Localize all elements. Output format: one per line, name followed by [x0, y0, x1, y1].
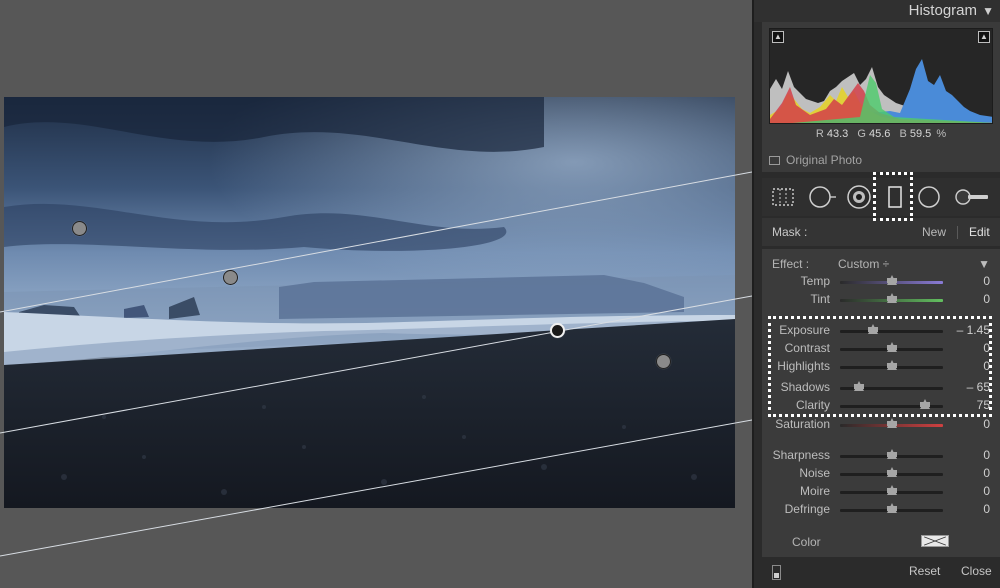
red-eye-tool-icon[interactable]	[846, 184, 872, 210]
lightroom-develop-window: Histogram ▼ ▲ ▲ R 43.3 G 45.6 B 59.5 % O…	[0, 0, 1000, 588]
mask-pin[interactable]	[656, 354, 671, 369]
slider-value: 0	[983, 274, 990, 288]
g-value: 45.6	[868, 128, 891, 140]
slider-row-shadows[interactable]: Shadows – 65	[762, 379, 1000, 397]
slider-value: 0	[983, 292, 990, 306]
mask-row: Mask : New Edit	[762, 218, 1000, 246]
panel-switch-toggle[interactable]	[772, 565, 781, 580]
slider-row-temp[interactable]: Temp 0	[762, 273, 1000, 291]
triangle-down-icon[interactable]: ▼	[982, 4, 994, 18]
b-value: 59.5	[909, 128, 932, 140]
color-label: Color	[792, 535, 821, 549]
slider-row-clarity[interactable]: Clarity 75	[762, 397, 1000, 415]
color-swatch[interactable]	[921, 535, 949, 547]
divider	[957, 226, 958, 239]
panel-footer: Reset Close	[754, 558, 1000, 588]
slider-value: 0	[983, 359, 990, 373]
triangle-down-icon[interactable]: ▼	[978, 257, 990, 271]
slider-value: 75	[976, 398, 990, 412]
slider-thumb[interactable]	[886, 342, 897, 352]
histogram-header[interactable]: Histogram ▼	[754, 0, 1000, 22]
spot-removal-tool-icon[interactable]	[808, 184, 838, 210]
slider-value: 0	[983, 466, 990, 480]
slider-label: Moire	[799, 484, 830, 498]
slider-label: Highlights	[777, 359, 830, 373]
slider-row-highlights[interactable]: Highlights 0	[762, 358, 1000, 376]
slider-thumb[interactable]	[886, 418, 897, 428]
r-value: 43.3	[826, 128, 849, 140]
photo-canvas[interactable]	[0, 0, 752, 588]
effect-label: Effect :	[772, 257, 810, 271]
slider-label: Defringe	[784, 502, 830, 516]
histogram-graph[interactable]: ▲ ▲	[769, 28, 993, 124]
slider-thumb[interactable]	[853, 381, 864, 391]
percent-unit: %	[936, 128, 947, 140]
slider-row-contrast[interactable]: Contrast 0	[762, 340, 1000, 358]
shadow-clipping-icon[interactable]: ▲	[772, 31, 784, 43]
tool-strip	[762, 178, 1000, 216]
slider-thumb[interactable]	[886, 503, 897, 513]
slider-label: Clarity	[795, 398, 830, 412]
g-label: G	[857, 128, 866, 140]
crop-overlay-tool-icon[interactable]	[770, 184, 796, 210]
rgb-readout: R 43.3 G 45.6 B 59.5 %	[762, 128, 1000, 140]
right-panel: Histogram ▼ ▲ ▲ R 43.3 G 45.6 B 59.5 % O…	[752, 0, 1000, 588]
histogram-chart	[770, 59, 992, 123]
slider-label: Saturation	[775, 417, 830, 431]
slider-track[interactable]	[840, 330, 943, 333]
original-photo-toggle[interactable]: Original Photo	[769, 153, 862, 167]
checkbox-icon[interactable]	[769, 156, 780, 165]
active-mask-pin[interactable]	[550, 323, 565, 338]
r-label: R	[815, 128, 824, 140]
slider-row-moire[interactable]: Moire 0	[762, 483, 1000, 501]
slider-value: 0	[983, 502, 990, 516]
histogram-title: Histogram	[908, 2, 977, 19]
slider-thumb[interactable]	[867, 324, 878, 334]
slider-row-noise[interactable]: Noise 0	[762, 465, 1000, 483]
slider-row-saturation[interactable]: Saturation 0	[762, 416, 1000, 434]
slider-value: 0	[983, 448, 990, 462]
slider-label: Sharpness	[772, 448, 830, 462]
graduated-filter-tool-icon[interactable]	[882, 184, 908, 210]
adjustment-brush-tool-icon[interactable]	[954, 184, 992, 210]
effect-preset-select[interactable]: Custom ÷	[838, 257, 889, 271]
slider-thumb[interactable]	[920, 399, 931, 409]
slider-row-exposure[interactable]: Exposure – 1.45	[762, 322, 1000, 340]
slider-label: Shadows	[780, 380, 830, 394]
mask-edit-button[interactable]: Edit	[969, 225, 990, 239]
slider-thumb[interactable]	[886, 275, 897, 285]
original-photo-label: Original Photo	[786, 153, 863, 167]
slider-value: 0	[983, 341, 990, 355]
slider-row-sharpness[interactable]: Sharpness 0	[762, 447, 1000, 465]
mask-pin[interactable]	[223, 270, 238, 285]
slider-label: Temp	[800, 274, 830, 288]
slider-thumb[interactable]	[886, 485, 897, 495]
b-label: B	[899, 128, 907, 140]
slider-thumb[interactable]	[886, 360, 897, 370]
slider-label: Contrast	[784, 341, 830, 355]
mask-pin[interactable]	[72, 221, 87, 236]
slider-label: Noise	[799, 466, 830, 480]
reset-button[interactable]: Reset	[909, 564, 940, 578]
slider-label: Exposure	[779, 323, 830, 337]
slider-value: 0	[983, 484, 990, 498]
slider-value: – 65	[966, 380, 990, 394]
slider-row-tint[interactable]: Tint 0	[762, 291, 1000, 309]
close-button[interactable]: Close	[961, 564, 992, 578]
slider-label: Tint	[810, 292, 830, 306]
adjustments-panel: Effect : Custom ÷ ▼ Temp 0 Tint 0 Exposure – …	[762, 249, 1000, 557]
radial-filter-tool-icon[interactable]	[916, 184, 942, 210]
slider-row-defringe[interactable]: Defringe 0	[762, 501, 1000, 519]
slider-value: – 1.45	[956, 323, 990, 337]
histogram-panel: ▲ ▲ R 43.3 G 45.6 B 59.5 % Original Phot…	[762, 22, 1000, 172]
mask-new-button[interactable]: New	[922, 225, 946, 239]
slider-thumb[interactable]	[886, 467, 897, 477]
graduated-filter-guides[interactable]	[0, 0, 752, 588]
mask-label: Mask :	[772, 225, 808, 239]
slider-value: 0	[983, 417, 990, 431]
slider-thumb[interactable]	[886, 293, 897, 303]
slider-thumb[interactable]	[886, 449, 897, 459]
highlight-clipping-icon[interactable]: ▲	[978, 31, 990, 43]
